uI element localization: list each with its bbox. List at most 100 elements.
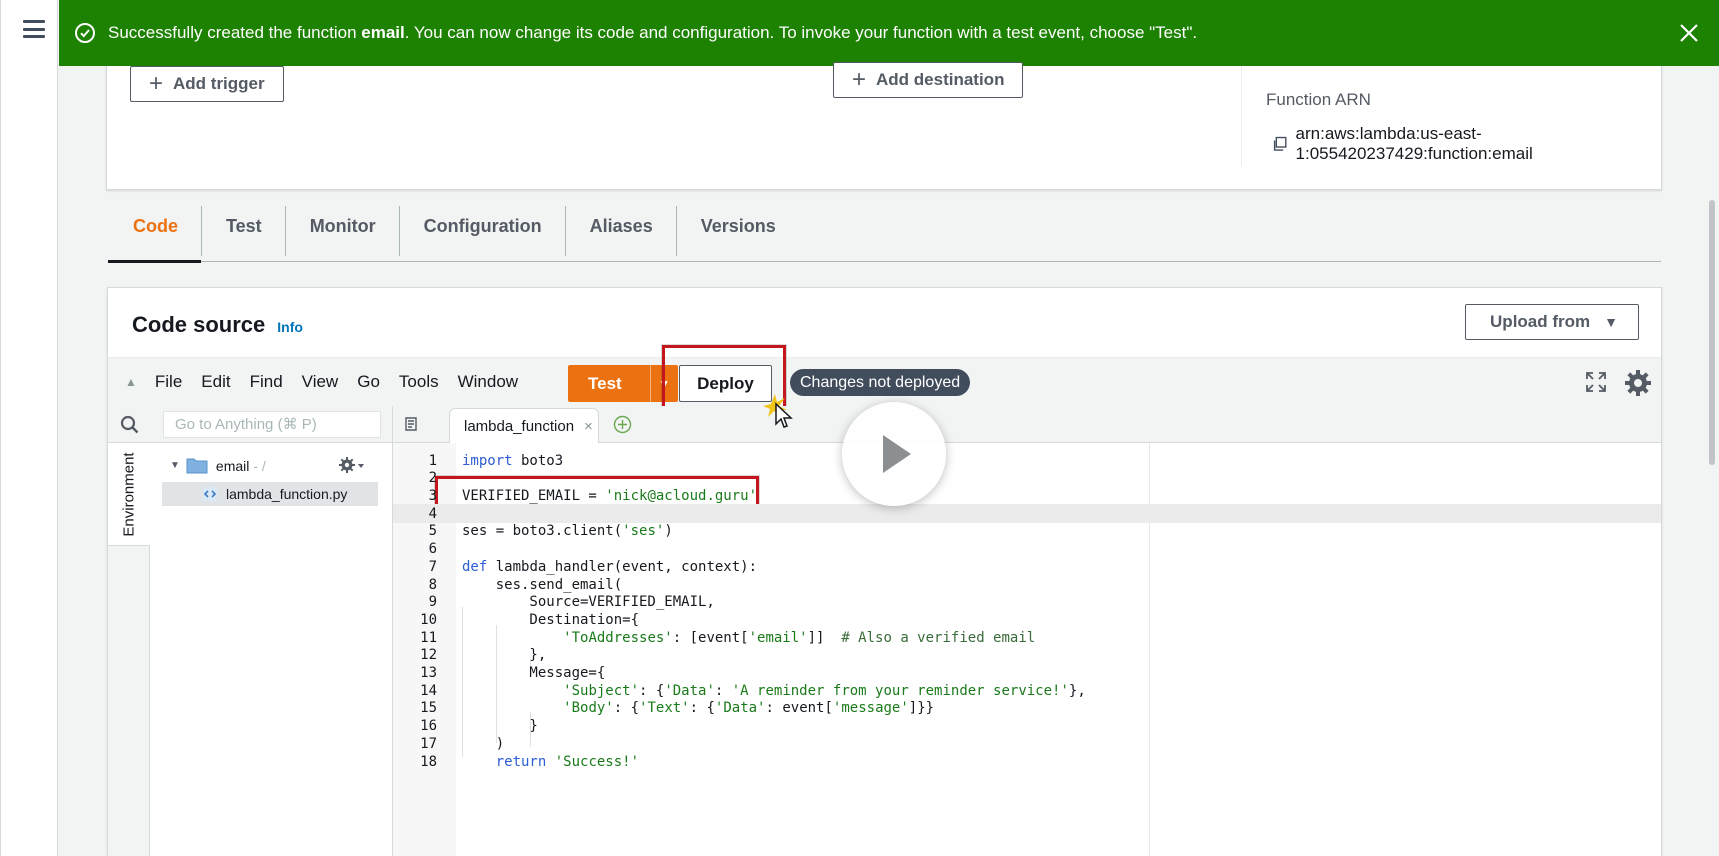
code-line[interactable]: 7 def lambda_handler(event, context): [393, 557, 1661, 576]
code-line[interactable]: 17 ) [393, 734, 1661, 753]
success-flash-banner: Successfully created the function email.… [59, 0, 1719, 66]
python-file-icon [203, 487, 217, 501]
add-destination-button[interactable]: + Add destination [833, 62, 1024, 98]
menu-go[interactable]: Go [357, 372, 380, 392]
code-text: Destination={ [462, 611, 640, 628]
arn-text: arn:aws:lambda:us-east-1:055420237429:fu… [1295, 124, 1533, 163]
close-tab-icon[interactable]: × [584, 418, 593, 435]
check-circle-icon [75, 23, 95, 43]
flash-message: Successfully created the function email.… [108, 23, 1197, 43]
line-number: 10 [420, 611, 437, 628]
code-text: } [462, 718, 538, 735]
menu-icon[interactable] [23, 20, 45, 38]
code-line[interactable]: 2 [393, 469, 1661, 488]
add-trigger-button[interactable]: + Add trigger [130, 66, 284, 102]
environment-tab[interactable]: Environment [108, 443, 150, 546]
folder-email[interactable]: ▼ email - / [170, 457, 266, 474]
fullscreen-icon[interactable] [1585, 371, 1607, 393]
expand-triangle-icon: ▼ [170, 460, 180, 471]
line-number: 8 [428, 576, 437, 593]
arn-divider [1241, 66, 1242, 166]
code-line[interactable]: 5 ses = boto3.client('ses') [393, 522, 1661, 541]
collapse-up-icon[interactable]: ▲ [125, 375, 137, 389]
tab-list-icon[interactable] [405, 417, 421, 431]
code-line[interactable]: 10 Destination={ [393, 610, 1661, 629]
function-tabs: Code Test Monitor Configuration Aliases … [108, 204, 1661, 263]
code-text: ses.send_email( [462, 576, 623, 593]
tab-configuration[interactable]: Configuration [398, 204, 565, 261]
line-number: 4 [428, 505, 437, 522]
line-number: 6 [428, 541, 437, 558]
lambda-console: Successfully created the function email.… [0, 0, 1719, 856]
code-text: ses = boto3.client('ses') [462, 523, 673, 540]
tab-aliases[interactable]: Aliases [564, 204, 676, 261]
code-line[interactable]: 16 } [393, 717, 1661, 736]
menu-find[interactable]: Find [250, 372, 283, 392]
menu-file[interactable]: File [155, 372, 182, 392]
code-text: return 'Success!' [495, 753, 640, 770]
info-link[interactable]: Info [277, 319, 303, 335]
tree-gear-icon[interactable] [338, 455, 366, 475]
plus-icon: + [149, 70, 164, 97]
add-trigger-label: Add trigger [173, 74, 265, 93]
deploy-button[interactable]: Deploy [679, 365, 772, 402]
line-number: 18 [420, 753, 437, 770]
code-line[interactable]: 1 import boto3 [393, 451, 1661, 470]
flash-suffix: . You can now change its code and config… [404, 23, 1198, 42]
preferences-gear-icon[interactable] [1623, 368, 1653, 398]
file-lambda-function-py[interactable]: lambda_function.py [162, 482, 378, 506]
code-line[interactable]: 15 'Body': {'Text': {'Data': event['mess… [393, 699, 1661, 718]
editor-tab-lambda-function[interactable]: lambda_function × [449, 408, 599, 443]
code-line[interactable]: 12 }, [393, 646, 1661, 665]
code-source-title: Code source [132, 312, 266, 337]
tab-monitor[interactable]: Monitor [284, 204, 399, 261]
line-number: 12 [420, 647, 437, 664]
function-arn-value: arn:aws:lambda:us-east-1:055420237429:fu… [1272, 124, 1661, 164]
plus-icon: + [852, 66, 867, 93]
function-overview-card: + Add trigger + Add destination Function… [106, 62, 1662, 190]
code-editor[interactable]: 1 import boto3 2 3 VERIFIED_EMAIL = 'nick@ac… [393, 443, 1661, 856]
add-tab-icon[interactable] [613, 415, 632, 434]
function-arn-label: Function ARN [1266, 90, 1371, 109]
changes-not-deployed-badge: Changes not deployed [790, 369, 971, 396]
search-icon [120, 415, 139, 434]
menu-tools[interactable]: Tools [399, 372, 439, 392]
tab-versions[interactable]: Versions [675, 204, 799, 261]
go-to-anything-input[interactable] [163, 411, 381, 438]
code-line[interactable]: 9 Source=VERIFIED_EMAIL, [393, 593, 1661, 612]
code-line[interactable]: 11 'ToAddresses': [event['email']] # Als… [393, 628, 1661, 647]
play-video-button[interactable] [842, 402, 946, 506]
menu-edit[interactable]: Edit [201, 372, 230, 392]
copy-icon[interactable] [1272, 135, 1288, 153]
code-text: 'Body': {'Text': {'Data': event['message… [563, 700, 935, 717]
close-icon[interactable] [1678, 22, 1700, 44]
tab-code[interactable]: Code [108, 204, 201, 263]
line-number: 15 [420, 700, 437, 717]
code-line[interactable]: 4 [393, 504, 1661, 524]
code-line[interactable]: 6 [393, 540, 1661, 559]
test-button[interactable]: Test [568, 365, 650, 402]
code-line[interactable]: 3 VERIFIED_EMAIL = 'nick@acloud.guru' [393, 486, 1661, 505]
line-number: 14 [420, 682, 437, 699]
code-line[interactable]: 8 ses.send_email( [393, 575, 1661, 594]
menu-view[interactable]: View [302, 372, 339, 392]
code-line[interactable]: 14 'Subject': {'Data': 'A reminder from … [393, 681, 1661, 700]
side-navigation-rail [1, 0, 58, 856]
page-scrollbar[interactable] [1709, 200, 1715, 465]
flash-prefix: Successfully created the function [108, 23, 362, 42]
caret-down-icon: ▼ [1604, 314, 1618, 330]
folder-name: email [215, 457, 250, 474]
code-line[interactable]: 13 Message={ [393, 663, 1661, 682]
code-source-panel: Code source Info Upload from ▼ ▲ File Ed… [107, 287, 1662, 856]
go-to-anything-bar [108, 406, 393, 443]
code-line[interactable]: 18 return 'Success!' [393, 752, 1661, 771]
upload-from-button[interactable]: Upload from ▼ [1465, 304, 1639, 340]
environment-tab-label: Environment [120, 451, 138, 537]
menu-window[interactable]: Window [458, 372, 518, 392]
code-text: VERIFIED_EMAIL = 'nick@acloud.guru' [462, 488, 758, 505]
tab-test[interactable]: Test [201, 204, 285, 261]
code-text: 'Subject': {'Data': 'A reminder from you… [563, 682, 1086, 699]
code-text: import boto3 [462, 452, 564, 469]
add-destination-label: Add destination [876, 70, 1005, 89]
mouse-cursor-icon [763, 394, 793, 428]
